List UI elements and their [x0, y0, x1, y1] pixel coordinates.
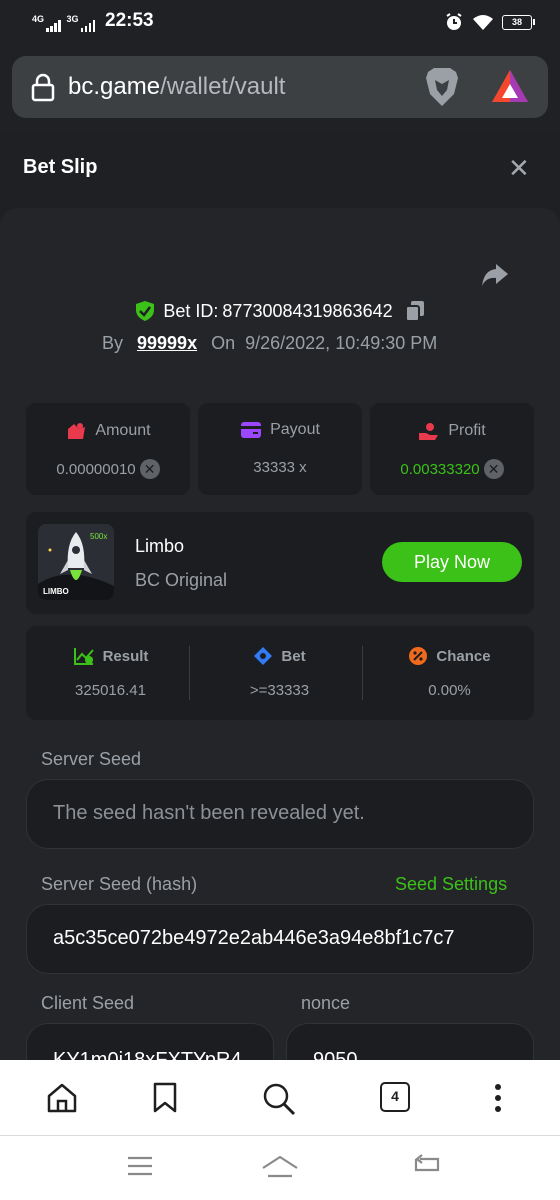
- chance-label: Chance: [436, 647, 491, 665]
- chart-up-icon: [73, 648, 94, 665]
- brave-shield-icon[interactable]: [422, 66, 462, 108]
- signal-bars-icon: [80, 20, 96, 32]
- lock-icon[interactable]: [30, 72, 56, 102]
- profit-value: 0.00333320: [400, 460, 480, 478]
- money-bag-icon: [68, 423, 86, 439]
- divider: [189, 646, 190, 700]
- signal-indicator-1: 4G: [32, 14, 61, 32]
- signal-indicator-2: 3G: [67, 14, 96, 32]
- status-bar: 4G 3G 22:53 38: [0, 0, 560, 44]
- bet-value: >=33333: [249, 682, 310, 699]
- signal-bars-icon: [46, 20, 61, 32]
- profit-stat: Profit 0.00333320 ✕: [370, 403, 534, 495]
- server-seed-hash-field[interactable]: a5c35ce072be4972e2ab446e3a94e8bf1c7c7: [26, 904, 534, 974]
- bet-datetime: 9/26/2022, 10:49:30 PM: [245, 333, 438, 353]
- close-icon[interactable]: ✕: [508, 155, 530, 181]
- nonce-label: nonce: [301, 993, 351, 1013]
- on-label: On: [211, 333, 236, 353]
- url-text[interactable]: bc.game/wallet/vault: [68, 73, 285, 101]
- wifi-icon: [473, 15, 493, 30]
- play-now-button[interactable]: Play Now: [382, 542, 522, 582]
- home-icon[interactable]: [46, 1082, 78, 1114]
- server-seed-field[interactable]: The seed hasn't been revealed yet.: [26, 779, 534, 849]
- result-panel: Result 325016.41 Bet >=33333 Chance 0.00…: [26, 626, 534, 720]
- result-column: Result 325016.41: [26, 626, 195, 720]
- copy-icon[interactable]: [404, 300, 425, 322]
- bet-slip-panel: Bet Slip ✕ Bet ID: 87730084319863642 By …: [0, 132, 560, 1060]
- bet-id-row: Bet ID: 87730084319863642: [0, 300, 560, 322]
- bet-details-card: Bet ID: 87730084319863642 By 99999x On 9…: [0, 208, 560, 1060]
- bet-meta-row: By 99999x On 9/26/2022, 10:49:30 PM: [102, 333, 437, 354]
- share-icon[interactable]: [480, 262, 510, 288]
- client-seed-label: Client Seed: [41, 993, 135, 1013]
- server-seed-label: Server Seed: [41, 749, 142, 769]
- amount-value: 0.00000010: [56, 460, 136, 478]
- bet-slip-title: Bet Slip: [23, 156, 98, 178]
- network-type-2: 3G: [66, 14, 79, 24]
- game-provider: BC Original: [135, 570, 228, 590]
- bet-id-label: Bet ID:: [163, 300, 219, 321]
- network-type-1: 4G: [32, 14, 45, 24]
- seed-settings-link[interactable]: Seed Settings: [395, 874, 507, 895]
- payout-value: 33333 x: [253, 459, 307, 476]
- currency-icon: ✕: [139, 459, 160, 479]
- browser-bottom-toolbar: 4: [0, 1060, 560, 1136]
- bet-id-value: 87730084319863642: [222, 300, 393, 321]
- profit-label: Profit: [448, 422, 486, 439]
- percent-icon: [409, 647, 428, 665]
- game-card: 500x LIMBO Limbo BC Original Play Now: [26, 512, 534, 614]
- thumb-caption: LIMBO: [43, 587, 69, 596]
- chance-column: Chance 0.00%: [365, 626, 534, 720]
- bet-column: Bet >=33333: [195, 626, 364, 720]
- home-nav-icon[interactable]: [260, 1154, 300, 1180]
- address-bar[interactable]: bc.game/wallet/vault: [12, 56, 548, 118]
- amount-stat: Amount 0.00000010 ✕: [26, 403, 190, 495]
- divider: [362, 646, 363, 700]
- tab-switcher-button[interactable]: 4: [380, 1082, 410, 1112]
- tag-icon: [254, 647, 273, 665]
- hand-coin-icon: [419, 423, 439, 440]
- bookmark-icon[interactable]: [152, 1082, 178, 1114]
- brave-rewards-icon[interactable]: [490, 68, 530, 106]
- result-value: 325016.41: [75, 682, 146, 699]
- nonce-field[interactable]: 9050: [286, 1023, 534, 1060]
- browser-toolbar: bc.game/wallet/vault: [0, 44, 560, 132]
- currency-icon: ✕: [483, 459, 504, 479]
- server-seed-hash-label: Server Seed (hash): [41, 874, 198, 894]
- verified-shield-icon: [136, 301, 155, 321]
- search-icon[interactable]: [262, 1082, 296, 1116]
- system-nav-bar: [0, 1136, 560, 1200]
- more-menu-icon[interactable]: [488, 1082, 508, 1114]
- alarm-icon: [446, 13, 462, 30]
- card-icon: [241, 422, 262, 438]
- clock: 22:53: [105, 10, 154, 31]
- recent-apps-icon[interactable]: [126, 1154, 154, 1178]
- url-path: /wallet/vault: [160, 73, 286, 100]
- amount-label: Amount: [95, 422, 151, 439]
- client-seed-field[interactable]: KY1m0j18xFXTYpR4: [26, 1023, 274, 1060]
- thumb-badge: 500x: [90, 532, 107, 541]
- limbo-thumbnail[interactable]: 500x LIMBO: [38, 524, 114, 600]
- bet-label: Bet: [281, 647, 306, 665]
- battery-icon: 38: [502, 14, 535, 30]
- by-label: By: [102, 333, 124, 353]
- result-label: Result: [102, 647, 149, 665]
- game-name: Limbo: [135, 536, 185, 556]
- url-host: bc.game: [68, 73, 161, 100]
- back-nav-icon[interactable]: [410, 1154, 442, 1180]
- username-link[interactable]: 99999x: [137, 333, 197, 354]
- payout-stat: Payout 33333 x: [198, 403, 362, 495]
- rocket-icon: 500x LIMBO: [38, 524, 114, 600]
- payout-label: Payout: [270, 421, 320, 438]
- chance-value: 0.00%: [428, 682, 471, 699]
